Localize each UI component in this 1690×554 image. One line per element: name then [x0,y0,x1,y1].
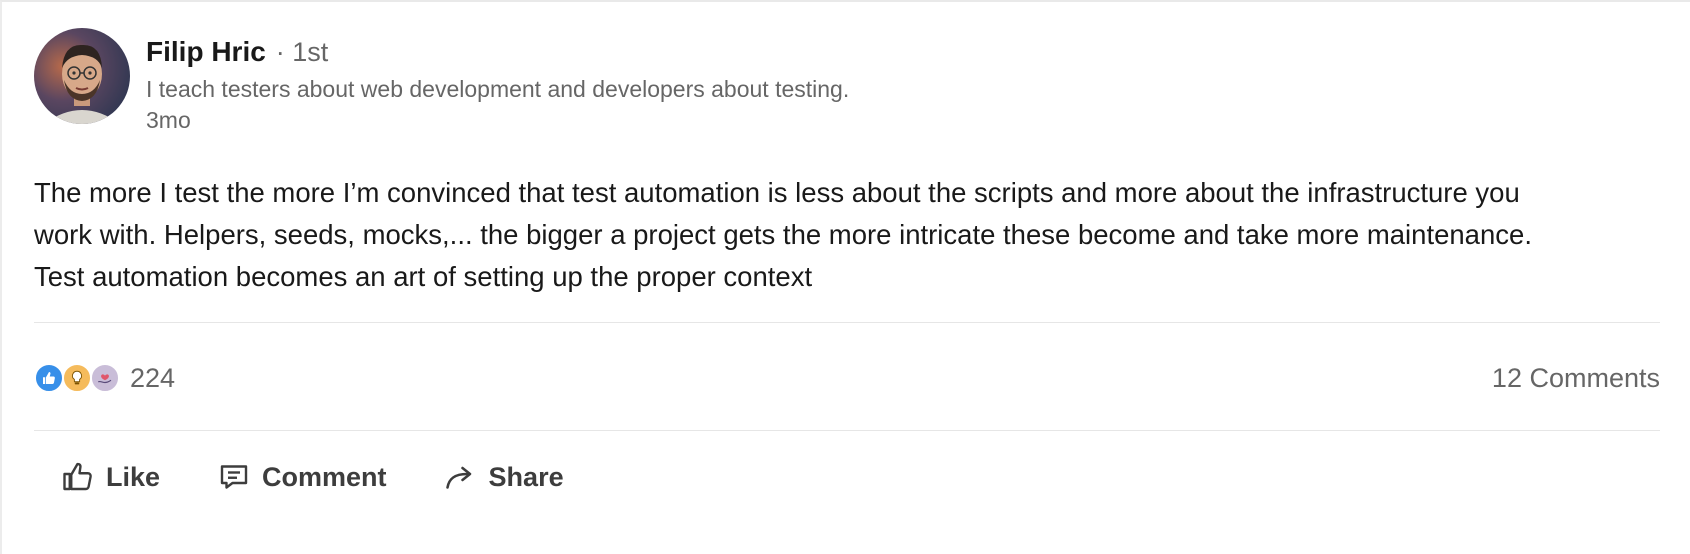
like-label: Like [106,461,161,492]
post-header: Filip Hric · 1st I teach testers about w… [34,28,849,136]
feed-post-card: Filip Hric · 1st I teach testers about w… [0,0,1690,554]
post-body: The more I test the more I’m convinced t… [34,172,1674,298]
reactions-summary[interactable]: 224 [34,363,175,394]
post-body-line: Test automation becomes an art of settin… [34,261,813,292]
author-name-row: Filip Hric · 1st [146,36,849,70]
comments-count-link[interactable]: 12 Comments [1492,363,1660,394]
support-reaction-icon [90,363,120,393]
divider [34,430,1660,431]
connection-degree: · 1st [275,37,329,67]
post-body-line: work with. Helpers, seeds, mocks,... the… [34,219,1532,250]
social-counts: 224 12 Comments [34,359,1660,397]
author-meta: Filip Hric · 1st I teach testers about w… [146,36,849,136]
insightful-reaction-icon [62,363,92,393]
share-arrow-icon [443,459,479,495]
author-name[interactable]: Filip Hric [146,36,266,68]
comment-icon [216,459,252,495]
share-label: Share [488,461,564,492]
like-button[interactable]: Like [60,459,160,495]
share-button[interactable]: Share [443,459,564,495]
post-timestamp: 3mo [146,107,191,133]
author-avatar[interactable] [34,28,130,124]
thumbs-up-icon [60,459,96,495]
post-body-line: The more I test the more I’m convinced t… [34,177,1520,208]
author-photo [34,28,130,124]
reaction-count: 224 [130,362,176,393]
comment-button[interactable]: Comment [216,459,387,495]
comment-label: Comment [262,461,387,492]
like-reaction-icon [34,363,64,393]
post-actions-bar: Like Comment Share [60,450,620,504]
author-headline: I teach testers about web development an… [146,76,850,102]
divider [34,322,1660,323]
